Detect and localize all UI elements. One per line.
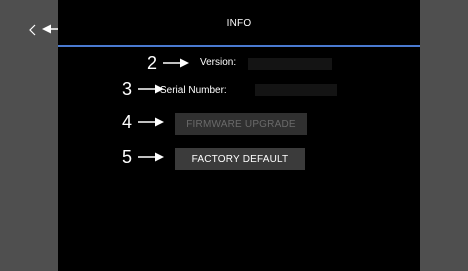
chevron-left-icon[interactable]	[28, 23, 38, 37]
callout-number: 3	[122, 79, 133, 99]
callout-number: 2	[147, 53, 158, 73]
arrow-right-icon	[138, 117, 165, 127]
callout-2: 2	[147, 53, 190, 73]
firmware-upgrade-button[interactable]: FIRMWARE UPGRADE	[175, 113, 307, 135]
callout-3: 3	[122, 79, 165, 99]
arrow-right-icon	[163, 58, 190, 68]
version-value	[248, 58, 332, 70]
callout-number: 5	[122, 147, 133, 167]
page-title: INFO	[226, 18, 252, 29]
info-screen: INFO 2 Version: 3 Serial Number: 4 FIRMW…	[58, 0, 420, 271]
top-bar: INFO	[58, 0, 420, 47]
left-side-panel	[0, 0, 58, 271]
serial-number-label: Serial Number:	[160, 85, 227, 96]
factory-default-button[interactable]: FACTORY DEFAULT	[175, 148, 305, 170]
right-side-panel	[420, 0, 468, 271]
serial-number-value	[255, 84, 337, 96]
version-label: Version:	[200, 57, 237, 68]
callout-5: 5	[122, 147, 165, 167]
arrow-right-icon	[138, 152, 165, 162]
callout-number: 4	[122, 112, 133, 132]
callout-4: 4	[122, 112, 165, 132]
header-divider	[58, 45, 420, 47]
